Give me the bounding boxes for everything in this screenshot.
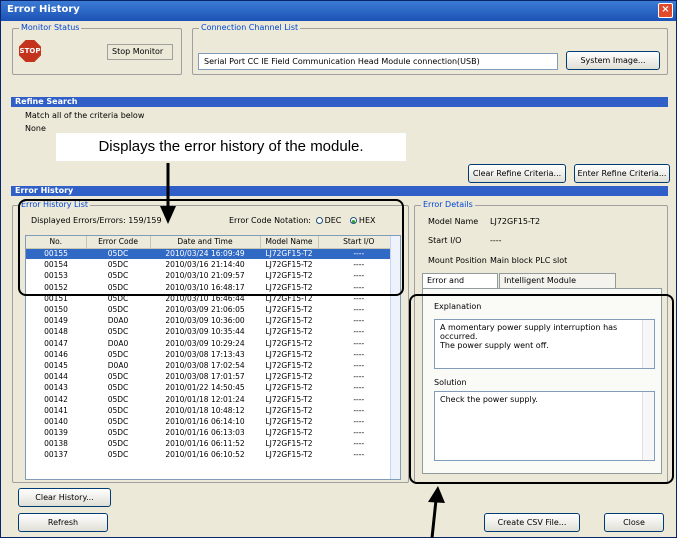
arrow-to-details: [428, 486, 445, 538]
annotation-arrows: [160, 163, 445, 538]
arrow-to-list: [160, 163, 176, 224]
